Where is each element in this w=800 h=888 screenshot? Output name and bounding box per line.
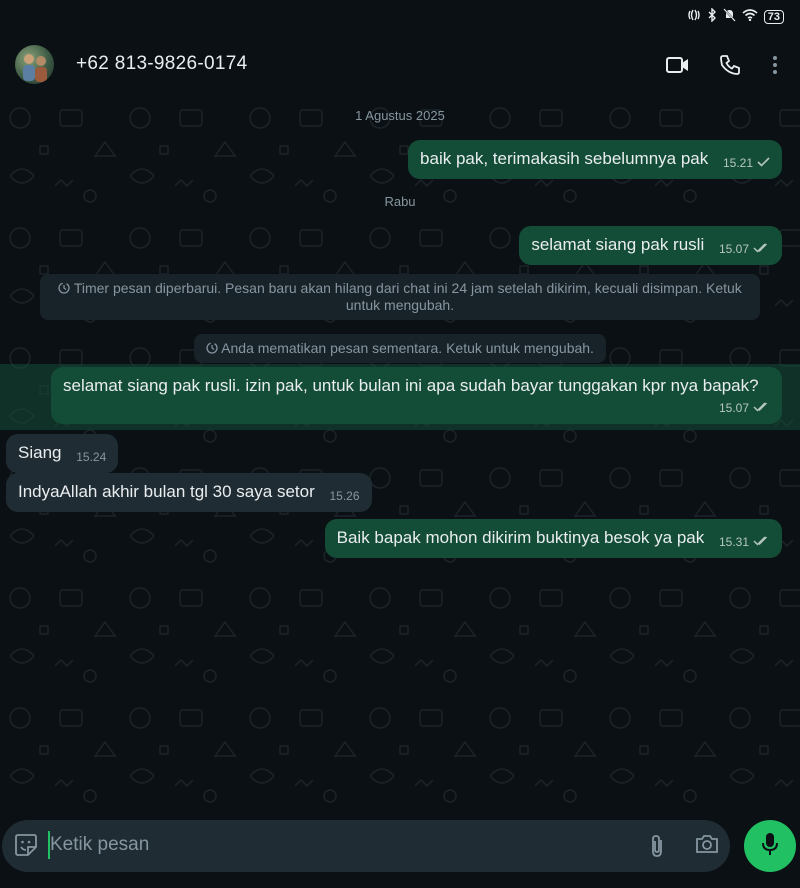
message-meta: 15.26 [329,485,359,507]
message-bubble-incoming[interactable]: Siang 15.24 [6,434,119,473]
message-time: 15.07 [718,401,749,415]
video-call-icon[interactable] [665,52,691,78]
message-meta: 15.07 [719,238,770,260]
system-message-timer[interactable]: Timer pesan diperbarui. Pesan baru akan … [40,274,760,320]
message-text: selamat siang pak rusli. izin pak, untuk… [63,376,759,395]
camera-icon[interactable] [695,833,719,860]
message-meta: 15.07 [719,397,770,419]
message-meta: 15.21 [723,152,770,174]
status-bar: 73 [0,0,800,34]
chat-header: +62 813-9826-0174 [0,34,800,96]
message-time: 15.26 [329,489,360,503]
nfc-icon [687,9,701,24]
bluetooth-icon [707,7,717,25]
chat-area[interactable]: 1 Agustus 2025 baik pak, terimakasih seb… [0,96,800,820]
message-bubble-outgoing[interactable]: Baik bapak mohon dikirim buktinya besok … [324,519,782,558]
double-tick-icon [753,397,770,419]
message-input-placeholder: Ketik pesan [50,834,150,855]
message-bubble-outgoing[interactable]: baik pak, terimakasih sebelumnya pak 15.… [408,140,782,179]
sticker-icon[interactable] [14,833,38,862]
message-time: 15.21 [722,156,753,170]
message-time: 15.07 [718,242,749,256]
single-tick-icon [757,152,770,174]
mic-icon [761,832,779,861]
message-time: 15.31 [718,535,749,549]
message-text: baik pak, terimakasih sebelumnya pak [420,149,709,168]
mic-button[interactable] [744,820,796,872]
timer-icon [206,340,221,356]
more-options-icon[interactable] [762,52,788,78]
message-bubble-outgoing[interactable]: selamat siang pak rusli. izin pak, untuk… [51,367,782,424]
battery-level: 73 [763,9,784,24]
message-text: selamat siang pak rusli [531,235,705,254]
message-bubble-outgoing[interactable]: selamat siang pak rusli 15.07 [519,226,782,265]
system-message-text: Timer pesan diperbarui. Pesan baru akan … [73,280,742,313]
date-chip: 1 Agustus 2025 [355,108,445,123]
status-icons: 73 [687,7,784,25]
avatar[interactable] [15,45,54,84]
message-meta: 15.24 [76,446,106,468]
message-text: Siang [18,443,62,462]
message-input[interactable]: Ketik pesan [2,820,730,872]
message-text: Baik bapak mohon dikirim buktinya besok … [336,528,705,547]
wifi-icon [742,9,758,24]
date-chip: Rabu [384,194,416,209]
system-message-text: Anda mematikan pesan sementara. Ketuk un… [221,340,594,356]
timer-icon [58,280,74,296]
contact-name[interactable]: +62 813-9826-0174 [76,53,248,75]
voice-call-icon[interactable] [717,52,743,78]
message-time: 15.24 [76,450,107,464]
message-meta: 15.31 [719,531,770,553]
attach-icon[interactable] [647,833,667,864]
mute-bell-icon [723,8,736,25]
double-tick-icon [753,238,770,260]
system-message-disappearing-off[interactable]: Anda mematikan pesan sementara. Ketuk un… [194,334,606,363]
double-tick-icon [753,531,770,553]
message-composer: Ketik pesan [0,820,800,888]
message-text: IndyaAllah akhir bulan tgl 30 saya setor [18,482,315,501]
message-bubble-incoming[interactable]: IndyaAllah akhir bulan tgl 30 saya setor… [6,473,372,512]
